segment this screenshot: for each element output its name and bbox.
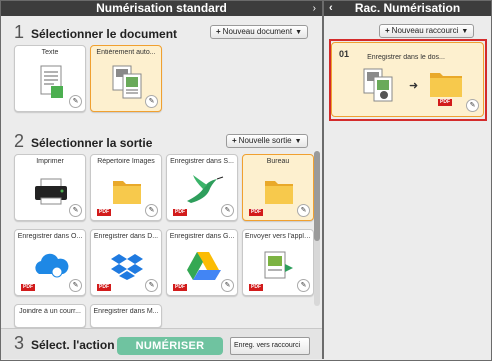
scrollbar-thumb[interactable] <box>314 151 320 241</box>
folder-icon <box>430 73 462 97</box>
step-number: 3 <box>14 333 25 353</box>
collapse-caret-icon[interactable]: › <box>313 1 316 16</box>
printer-icon <box>35 178 67 205</box>
plus-icon: + <box>385 26 390 35</box>
pdf-badge: PDF <box>97 284 111 291</box>
pdf-badge: PDF <box>249 209 263 216</box>
card-label: Texte <box>41 49 59 56</box>
pdf-badge: PDF <box>249 284 263 291</box>
output-scrollbar[interactable] <box>314 151 320 306</box>
plus-icon: + <box>232 136 237 145</box>
card-label: Répertoire Images <box>97 158 155 165</box>
auto-document-icon <box>363 68 393 102</box>
new-document-button[interactable]: + Nouveau document ▼ <box>210 25 308 39</box>
card-label: Enregistrer dans G... <box>169 233 235 240</box>
card-label: Joindre à un courr... <box>19 308 81 315</box>
shortcut-card[interactable]: 01 Enregistrer dans le dos... ➜ PDF ✎ <box>331 42 484 117</box>
dropdown-arrow-icon: ▼ <box>294 138 302 145</box>
edit-pencil-icon[interactable]: ✎ <box>297 279 310 292</box>
edit-pencil-icon[interactable]: ✎ <box>466 99 479 112</box>
auto-document-icon <box>112 65 142 99</box>
save-to-shortcut-button[interactable]: Enreg. vers raccourci <box>230 337 310 355</box>
hummingbird-icon <box>187 175 224 203</box>
pdf-badge: PDF <box>173 284 187 291</box>
text-document-icon <box>40 65 63 98</box>
card-label: Entièrement auto... <box>96 49 156 56</box>
edit-pencil-icon[interactable]: ✎ <box>69 204 82 217</box>
section-title: Sélectionner la sortie <box>31 136 153 150</box>
back-chevron-icon[interactable]: ‹ <box>329 1 333 16</box>
card-label: Bureau <box>266 158 290 165</box>
output-card-save-s[interactable]: Enregistrer dans S... PDF ✎ <box>166 154 238 221</box>
output-card-save-d[interactable]: Enregistrer dans D... PDF ✎ <box>90 229 162 296</box>
shortcut-label: Enregistrer dans le dos... <box>367 54 445 61</box>
document-card-auto[interactable]: Entièrement auto... ✎ <box>90 45 162 112</box>
new-shortcut-button[interactable]: + Nouveau raccourci ▼ <box>379 24 475 38</box>
card-label: Enregistrer dans M... <box>93 308 159 315</box>
pdf-badge: PDF <box>173 209 187 216</box>
standard-scan-panel: Numérisation standard › 1 Sélectionner l… <box>1 1 322 359</box>
card-label: Imprimer <box>36 158 64 165</box>
new-output-button[interactable]: + Nouvelle sortie ▼ <box>226 134 308 148</box>
card-label: Enregistrer dans O... <box>17 233 83 240</box>
card-label: Envoyer vers l'appli... <box>245 233 311 240</box>
section-title: Sélectionner le document <box>31 27 178 41</box>
folder-icon <box>113 181 141 204</box>
output-card-pictures-folder[interactable]: Répertoire Images PDF ✎ <box>90 154 162 221</box>
card-label: Enregistrer dans D... <box>93 233 159 240</box>
edit-pencil-icon[interactable]: ✎ <box>145 204 158 217</box>
output-card-save-g[interactable]: Enregistrer dans G... PDF ✎ <box>166 229 238 296</box>
scan-shortcuts-panel: ‹ Rac. Numérisation + Nouveau raccourci ▼ … <box>324 1 491 359</box>
left-panel-title: Numérisation standard <box>96 1 227 15</box>
output-card-save-m[interactable]: Enregistrer dans M... <box>90 304 162 328</box>
step-number: 1 <box>14 22 25 42</box>
edit-pencil-icon[interactable]: ✎ <box>145 95 158 108</box>
edit-pencil-icon[interactable]: ✎ <box>221 204 234 217</box>
right-title-bar: ‹ Rac. Numérisation <box>324 1 491 16</box>
edit-pencil-icon[interactable]: ✎ <box>69 95 82 108</box>
card-label: Enregistrer dans S... <box>170 158 234 165</box>
output-card-print[interactable]: Imprimer ✎ <box>14 154 86 221</box>
action-bar: 3 Sélect. l'action NUMÉRISER Enreg. vers… <box>1 328 322 359</box>
arrow-right-icon: ➜ <box>409 80 419 92</box>
folder-icon <box>265 181 293 204</box>
right-panel-title: Rac. Numérisation <box>354 1 461 15</box>
edit-pencil-icon[interactable]: ✎ <box>297 204 310 217</box>
google-drive-icon <box>187 252 221 280</box>
dropdown-arrow-icon: ▼ <box>461 28 469 35</box>
dropdown-arrow-icon: ▼ <box>295 29 302 36</box>
edit-pencil-icon[interactable]: ✎ <box>145 279 158 292</box>
left-title-bar: Numérisation standard › <box>1 1 322 16</box>
output-card-send-app[interactable]: Envoyer vers l'appli... PDF ✎ <box>242 229 314 296</box>
send-to-app-icon <box>264 251 293 279</box>
output-card-desktop[interactable]: Bureau PDF ✎ <box>242 154 314 221</box>
output-card-attach-mail[interactable]: Joindre à un courr... <box>14 304 86 328</box>
pdf-badge: PDF <box>438 99 452 106</box>
pdf-badge: PDF <box>21 284 35 291</box>
step-number: 2 <box>14 131 25 151</box>
pdf-badge: PDF <box>97 209 111 216</box>
section-title: Sélect. l'action <box>31 338 115 352</box>
plus-icon: + <box>216 27 221 36</box>
cloud-icon <box>35 253 69 278</box>
edit-pencil-icon[interactable]: ✎ <box>69 279 82 292</box>
dropbox-icon <box>111 254 143 280</box>
document-card-text[interactable]: Texte ✎ <box>14 45 86 112</box>
edit-pencil-icon[interactable]: ✎ <box>221 279 234 292</box>
output-card-save-o[interactable]: Enregistrer dans O... PDF ✎ <box>14 229 86 296</box>
shortcut-number: 01 <box>339 49 350 59</box>
scan-button[interactable]: NUMÉRISER <box>117 337 223 355</box>
